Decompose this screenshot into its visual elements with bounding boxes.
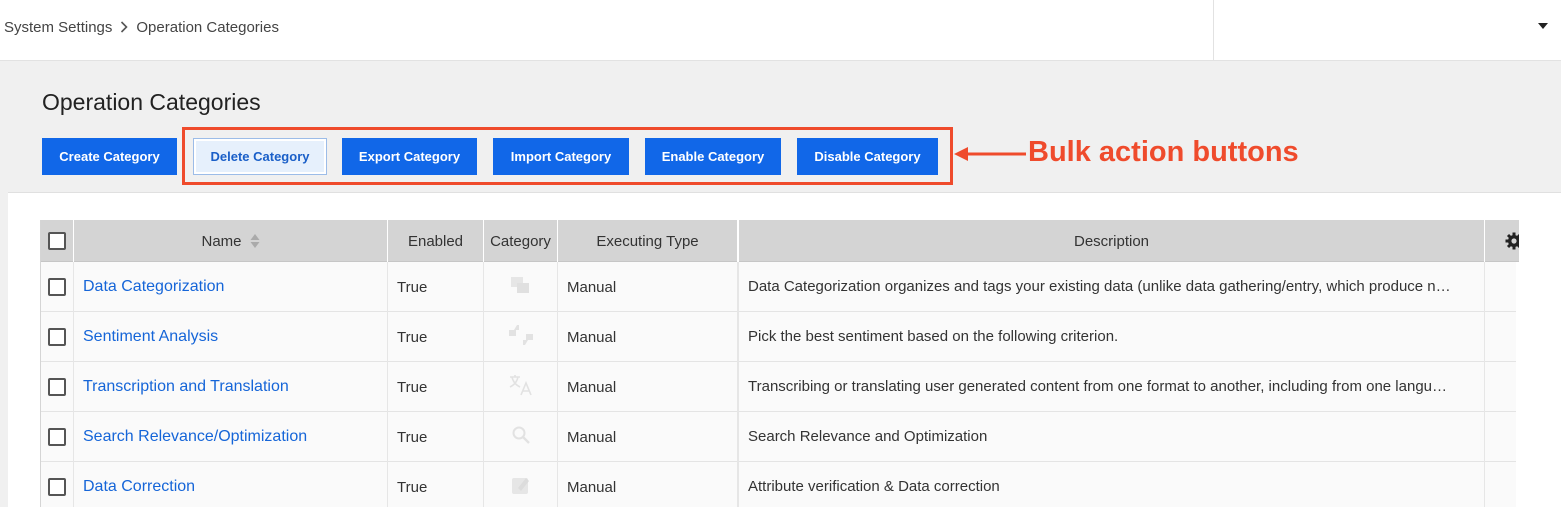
- name-cell: Data Categorization: [74, 262, 388, 312]
- description-text: Transcribing or translating user generat…: [748, 378, 1448, 395]
- thumbs-up-down-icon: [508, 324, 534, 350]
- enabled-cell: True: [388, 412, 484, 462]
- column-settings-cell: [1485, 220, 1519, 262]
- executing-type-cell: Manual: [558, 312, 739, 362]
- gear-icon[interactable]: [1505, 232, 1519, 250]
- row-actions-cell: [1485, 412, 1516, 462]
- description-text: Search Relevance and Optimization: [748, 428, 988, 445]
- breadcrumb-item-operation-categories: Operation Categories: [136, 18, 279, 36]
- description-text: Attribute verification & Data correction: [748, 478, 1000, 495]
- row-select-cell: [41, 262, 74, 312]
- row-checkbox[interactable]: [48, 378, 66, 396]
- row-select-cell: [41, 362, 74, 412]
- caret-down-icon[interactable]: [1537, 20, 1549, 32]
- select-all-checkbox[interactable]: [48, 232, 66, 250]
- description-cell: Transcribing or translating user generat…: [739, 362, 1485, 412]
- category-icon-cell: [484, 412, 558, 462]
- column-header-description[interactable]: Description: [739, 220, 1485, 262]
- column-header-category[interactable]: Category: [484, 220, 558, 262]
- row-select-cell: [41, 462, 74, 507]
- category-name-link[interactable]: Data Correction: [83, 478, 195, 496]
- select-all-cell: [41, 220, 74, 262]
- categorization-icon: [510, 275, 532, 299]
- column-header-enabled[interactable]: Enabled: [388, 220, 484, 262]
- description-cell: Attribute verification & Data correction: [739, 462, 1485, 507]
- row-checkbox[interactable]: [48, 478, 66, 496]
- executing-type-cell: Manual: [558, 362, 739, 412]
- description-cell: Search Relevance and Optimization: [739, 412, 1485, 462]
- name-cell: Sentiment Analysis: [74, 312, 388, 362]
- row-actions-cell: [1485, 262, 1516, 312]
- column-header-name[interactable]: Name: [74, 220, 388, 262]
- table-row[interactable]: Data Categorization True Manual Data Cat…: [41, 262, 1516, 312]
- category-icon-cell: [484, 262, 558, 312]
- category-name-link[interactable]: Sentiment Analysis: [83, 328, 218, 346]
- table-header: Name Enabled Category Executing Type Des…: [41, 220, 1519, 262]
- category-name-link[interactable]: Search Relevance/Optimization: [83, 428, 307, 446]
- table-row[interactable]: Sentiment Analysis True Manual Pick the …: [41, 312, 1516, 362]
- table-row[interactable]: Data Correction True Manual Attribute ve…: [41, 462, 1516, 507]
- table-row[interactable]: Search Relevance/Optimization True Manua…: [41, 412, 1516, 462]
- enabled-cell: True: [388, 312, 484, 362]
- chevron-right-icon: [120, 21, 129, 33]
- category-icon-cell: [484, 462, 558, 507]
- top-bar: System Settings Operation Categories: [0, 0, 1561, 61]
- breadcrumb-item-system-settings[interactable]: System Settings: [4, 19, 112, 36]
- breadcrumb: System Settings Operation Categories: [4, 17, 279, 37]
- name-cell: Search Relevance/Optimization: [74, 412, 388, 462]
- executing-type-cell: Manual: [558, 412, 739, 462]
- page-title: Operation Categories: [42, 89, 261, 115]
- column-header-name-label: Name: [201, 232, 242, 250]
- topbar-divider: [1213, 0, 1214, 61]
- row-actions-cell: [1485, 462, 1516, 507]
- description-cell: Pick the best sentiment based on the fol…: [739, 312, 1485, 362]
- row-select-cell: [41, 312, 74, 362]
- category-name-link[interactable]: Data Categorization: [83, 278, 224, 296]
- name-cell: Transcription and Translation: [74, 362, 388, 412]
- description-cell: Data Categorization organizes and tags y…: [739, 262, 1485, 312]
- enabled-cell: True: [388, 262, 484, 312]
- search-icon: [511, 425, 531, 449]
- name-cell: Data Correction: [74, 462, 388, 507]
- row-checkbox[interactable]: [48, 328, 66, 346]
- annotation-arrow-icon: [954, 147, 1026, 161]
- row-select-cell: [41, 412, 74, 462]
- categories-table: Name Enabled Category Executing Type Des…: [40, 220, 1519, 507]
- sort-icon[interactable]: [250, 233, 260, 249]
- executing-type-cell: Manual: [558, 262, 739, 312]
- description-text: Data Categorization organizes and tags y…: [748, 278, 1451, 295]
- column-header-executing-type[interactable]: Executing Type: [558, 220, 739, 262]
- table-row[interactable]: Transcription and Translation True Manua…: [41, 362, 1516, 412]
- executing-type-cell: Manual: [558, 462, 739, 507]
- row-actions-cell: [1485, 362, 1516, 412]
- description-text: Pick the best sentiment based on the fol…: [748, 328, 1119, 345]
- enabled-cell: True: [388, 362, 484, 412]
- category-icon-cell: [484, 312, 558, 362]
- category-name-link[interactable]: Transcription and Translation: [83, 378, 289, 396]
- create-category-button[interactable]: Create Category: [42, 138, 177, 175]
- row-actions-cell: [1485, 312, 1516, 362]
- row-checkbox[interactable]: [48, 428, 66, 446]
- annotation-label: Bulk action buttons: [1028, 136, 1299, 168]
- category-icon-cell: [484, 362, 558, 412]
- edit-square-icon: [510, 474, 532, 500]
- enabled-cell: True: [388, 462, 484, 507]
- translate-icon: [509, 374, 533, 400]
- row-checkbox[interactable]: [48, 278, 66, 296]
- annotation-highlight-box: [182, 127, 953, 185]
